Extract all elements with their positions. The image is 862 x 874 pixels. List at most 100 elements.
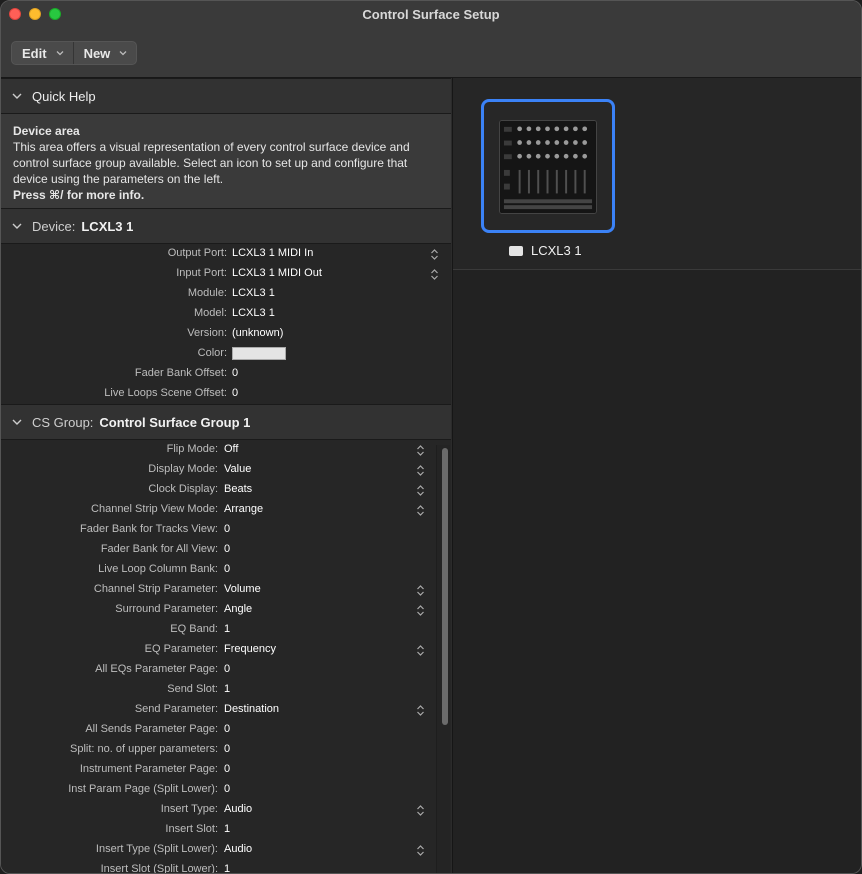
stepper-arrows-icon[interactable]	[430, 268, 439, 281]
parameter-value[interactable]: Angle	[224, 603, 252, 615]
device-color-swatch	[509, 245, 523, 256]
knob-shape	[517, 140, 522, 145]
parameter-row[interactable]: Insert Type (Split Lower): Audio	[1, 840, 451, 860]
parameter-label: Display Mode:	[148, 463, 218, 475]
parameter-row[interactable]: Clock Display: Beats	[1, 480, 451, 500]
parameter-row[interactable]: Insert Type: Audio	[1, 800, 451, 820]
knob-shape	[582, 140, 588, 145]
parameter-value[interactable]: Frequency	[224, 643, 276, 655]
knob-shape	[517, 126, 522, 132]
parameter-value[interactable]: LCXL3 1 MIDI In	[232, 247, 313, 259]
parameter-row: Instrument Parameter Page: 0	[1, 760, 451, 780]
knob-shape	[563, 153, 569, 159]
parameter-value[interactable]: Audio	[224, 803, 252, 815]
stepper-arrows-icon[interactable]	[416, 604, 425, 617]
stepper-arrows-icon[interactable]	[416, 444, 425, 457]
quick-help-header[interactable]: Quick Help	[1, 78, 451, 114]
stepper-arrows-icon[interactable]	[416, 584, 425, 597]
knob-shape	[545, 126, 550, 132]
stepper-arrows-icon[interactable]	[416, 804, 425, 817]
parameter-label: Surround Parameter:	[115, 603, 218, 615]
parameter-label: Insert Slot:	[165, 823, 218, 835]
parameter-value[interactable]: Value	[224, 463, 251, 475]
disclosure-chevron-icon[interactable]	[11, 416, 23, 428]
minimize-window-button[interactable]	[29, 8, 41, 20]
color-swatch[interactable]	[232, 347, 286, 360]
stepper-arrows-icon[interactable]	[416, 844, 425, 857]
new-menu-label: New	[83, 45, 111, 61]
stepper-arrows-icon[interactable]	[430, 248, 439, 261]
knob-shape	[563, 140, 569, 145]
parameter-label: Module:	[187, 287, 227, 299]
parameter-row[interactable]: Send Parameter: Destination	[1, 700, 451, 720]
cs-group-section-label: CS Group:	[32, 414, 94, 430]
disclosure-chevron-icon[interactable]	[11, 220, 23, 232]
parameter-value: 0	[224, 543, 231, 555]
parameter-label: Send Parameter:	[134, 703, 218, 715]
device-tile-lcxl3[interactable]	[481, 99, 615, 233]
parameters-scrollbar[interactable]	[436, 445, 450, 873]
parameter-row: Fader Bank Offset: 0	[1, 364, 451, 384]
close-window-button[interactable]	[9, 8, 21, 20]
parameter-row: Color:	[1, 344, 451, 364]
parameter-label: Fader Bank Offset:	[134, 367, 227, 379]
parameter-row: Model: LCXL3 1	[1, 304, 451, 324]
parameter-row[interactable]: Surround Parameter: Angle	[1, 600, 451, 620]
knob-shape	[582, 153, 588, 159]
parameter-value[interactable]: Arrange	[224, 503, 263, 515]
parameter-value: 1	[224, 623, 231, 635]
device-section-label: Device:	[32, 218, 76, 234]
device-area: LCXL3 1	[452, 78, 861, 873]
cs-group-section-header[interactable]: CS Group: Control Surface Group 1	[1, 404, 451, 440]
parameter-row[interactable]: Display Mode: Value	[1, 460, 451, 480]
parameter-value[interactable]: Volume	[224, 583, 261, 595]
help-title: Device area	[13, 124, 80, 138]
parameter-row[interactable]: Flip Mode: Off	[1, 440, 451, 460]
fader-shape	[583, 169, 586, 194]
parameter-value[interactable]: Destination	[224, 703, 279, 715]
parameter-row[interactable]: EQ Parameter: Frequency	[1, 640, 451, 660]
parameter-row: All EQs Parameter Page: 0	[1, 660, 451, 680]
fader-shape	[555, 169, 558, 194]
device-name: LCXL3 1	[531, 243, 582, 258]
parameter-value: 1	[224, 863, 231, 874]
parameter-value[interactable]: LCXL3 1 MIDI Out	[232, 267, 322, 279]
scrollbar-thumb[interactable]	[442, 448, 448, 725]
chevron-down-icon	[56, 51, 64, 56]
knob-shape	[545, 140, 550, 145]
knob-shape	[545, 153, 550, 159]
knob-shape	[526, 140, 532, 145]
parameter-label: Model:	[193, 307, 227, 319]
parameter-label: Live Loop Column Bank:	[98, 563, 218, 575]
parameter-value[interactable]: Audio	[224, 843, 252, 855]
cs-group-parameters: Flip Mode: Off Display Mode: Value Clock Dis…	[1, 440, 451, 874]
edit-menu-button[interactable]: Edit	[12, 42, 73, 64]
parameter-row[interactable]: Channel Strip View Mode: Arrange	[1, 500, 451, 520]
stepper-arrows-icon[interactable]	[416, 644, 425, 657]
parameter-value[interactable]: Beats	[224, 483, 252, 495]
device-parameters: Output Port: LCXL3 1 MIDI In Input Port: LC…	[1, 244, 451, 404]
parameter-value: LCXL3 1	[232, 307, 275, 319]
knob-shape	[554, 140, 560, 145]
help-footer: Press ⌘/ for more info.	[13, 188, 145, 202]
edit-menu-label: Edit	[22, 45, 47, 61]
parameter-value: 1	[224, 823, 231, 835]
controller-device-image	[499, 120, 597, 214]
parameter-row[interactable]: Output Port: LCXL3 1 MIDI In	[1, 244, 451, 264]
device-name-label[interactable]: LCXL3 1	[509, 243, 582, 258]
parameter-label: Insert Slot (Split Lower):	[100, 863, 218, 874]
parameter-value[interactable]: Off	[224, 443, 238, 455]
disclosure-chevron-icon[interactable]	[11, 90, 23, 102]
device-section-header[interactable]: Device: LCXL3 1	[1, 208, 451, 244]
stepper-arrows-icon[interactable]	[416, 464, 425, 477]
stepper-arrows-icon[interactable]	[416, 484, 425, 497]
parameter-row[interactable]: Channel Strip Parameter: Volume	[1, 580, 451, 600]
zoom-window-button[interactable]	[49, 8, 61, 20]
knob-shape	[517, 153, 522, 159]
knob-shape	[535, 126, 541, 132]
new-menu-button[interactable]: New	[72, 42, 137, 64]
stepper-arrows-icon[interactable]	[416, 704, 425, 717]
stepper-arrows-icon[interactable]	[416, 504, 425, 517]
fader-shape	[546, 169, 549, 194]
parameter-row[interactable]: Input Port: LCXL3 1 MIDI Out	[1, 264, 451, 284]
